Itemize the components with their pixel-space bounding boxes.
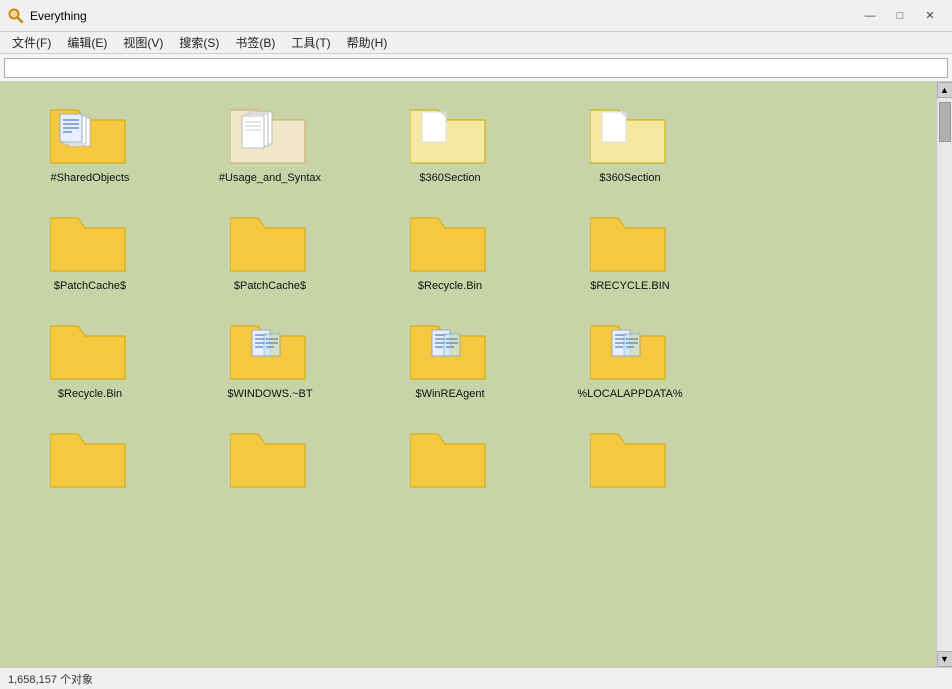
folder-icon: [230, 422, 310, 492]
list-item[interactable]: $Recycle.Bin: [20, 308, 160, 406]
folder-icon: [50, 206, 130, 276]
file-label: %LOCALAPPDATA%: [577, 388, 682, 400]
scroll-thumb[interactable]: [939, 102, 951, 142]
file-grid: #SharedObjects #Usage_and_Syntax $360Sec…: [20, 92, 916, 502]
search-input[interactable]: [4, 58, 948, 78]
folder-icon: [50, 98, 130, 168]
list-item[interactable]: $WinREAgent: [380, 308, 520, 406]
folder-icon: [50, 422, 130, 492]
title-left: Everything: [8, 8, 87, 24]
status-count: 1,658,157 个对象: [8, 671, 93, 687]
file-label: #SharedObjects: [51, 172, 130, 184]
file-label: $Recycle.Bin: [418, 280, 482, 292]
file-label: $RECYCLE.BIN: [590, 280, 669, 292]
list-item[interactable]: %LOCALAPPDATA%: [560, 308, 700, 406]
scrollbar[interactable]: ▲ ▼: [936, 82, 952, 667]
menu-item[interactable]: 搜索(S): [171, 32, 227, 53]
menu-item[interactable]: 帮助(H): [339, 32, 396, 53]
folder-icon: [590, 98, 670, 168]
file-label: $360Section: [419, 172, 480, 184]
folder-icon: [590, 314, 670, 384]
folder-icon: [590, 422, 670, 492]
scroll-down-arrow[interactable]: ▼: [937, 651, 952, 667]
list-item[interactable]: $WINDOWS.~BT: [200, 308, 340, 406]
list-item[interactable]: #SharedObjects: [20, 92, 160, 190]
menu-item[interactable]: 书签(B): [227, 32, 283, 53]
folder-icon: [410, 206, 490, 276]
file-label: $WINDOWS.~BT: [227, 388, 312, 400]
folder-icon: [410, 98, 490, 168]
minimize-button[interactable]: —: [856, 4, 884, 28]
list-item[interactable]: [20, 416, 160, 502]
list-item[interactable]: $RECYCLE.BIN: [560, 200, 700, 298]
maximize-button[interactable]: □: [886, 4, 914, 28]
menu-item[interactable]: 编辑(E): [59, 32, 115, 53]
folder-icon: [50, 314, 130, 384]
file-label: $PatchCache$: [54, 280, 126, 292]
close-button[interactable]: ✕: [916, 4, 944, 28]
main-area: #SharedObjects #Usage_and_Syntax $360Sec…: [0, 82, 952, 667]
folder-icon: [410, 314, 490, 384]
folder-icon: [230, 206, 310, 276]
scroll-track[interactable]: [938, 98, 952, 651]
file-label: $WinREAgent: [415, 388, 484, 400]
search-bar: [0, 54, 952, 82]
file-label: $PatchCache$: [234, 280, 306, 292]
list-item[interactable]: #Usage_and_Syntax: [200, 92, 340, 190]
title-bar: Everything — □ ✕: [0, 0, 952, 32]
menu-item[interactable]: 文件(F): [4, 32, 59, 53]
list-item[interactable]: $Recycle.Bin: [380, 200, 520, 298]
list-item[interactable]: [560, 416, 700, 502]
file-label: $360Section: [599, 172, 660, 184]
folder-icon: [590, 206, 670, 276]
title-text: Everything: [30, 9, 87, 23]
menu-item[interactable]: 工具(T): [283, 32, 338, 53]
status-bar: 1,658,157 个对象: [0, 667, 952, 689]
list-item[interactable]: $PatchCache$: [20, 200, 160, 298]
list-item[interactable]: $360Section: [560, 92, 700, 190]
title-controls: — □ ✕: [856, 4, 944, 28]
app-icon: [8, 8, 24, 24]
file-label: #Usage_and_Syntax: [219, 172, 321, 184]
menu-item[interactable]: 视图(V): [115, 32, 171, 53]
menu-bar: 文件(F)编辑(E)视图(V)搜索(S)书签(B)工具(T)帮助(H): [0, 32, 952, 54]
folder-icon: [230, 98, 310, 168]
file-label: $Recycle.Bin: [58, 388, 122, 400]
list-item[interactable]: [380, 416, 520, 502]
folder-icon: [410, 422, 490, 492]
list-item[interactable]: $PatchCache$: [200, 200, 340, 298]
list-item[interactable]: $360Section: [380, 92, 520, 190]
file-grid-container: #SharedObjects #Usage_and_Syntax $360Sec…: [0, 82, 936, 667]
list-item[interactable]: [200, 416, 340, 502]
scroll-up-arrow[interactable]: ▲: [937, 82, 952, 98]
folder-icon: [230, 314, 310, 384]
